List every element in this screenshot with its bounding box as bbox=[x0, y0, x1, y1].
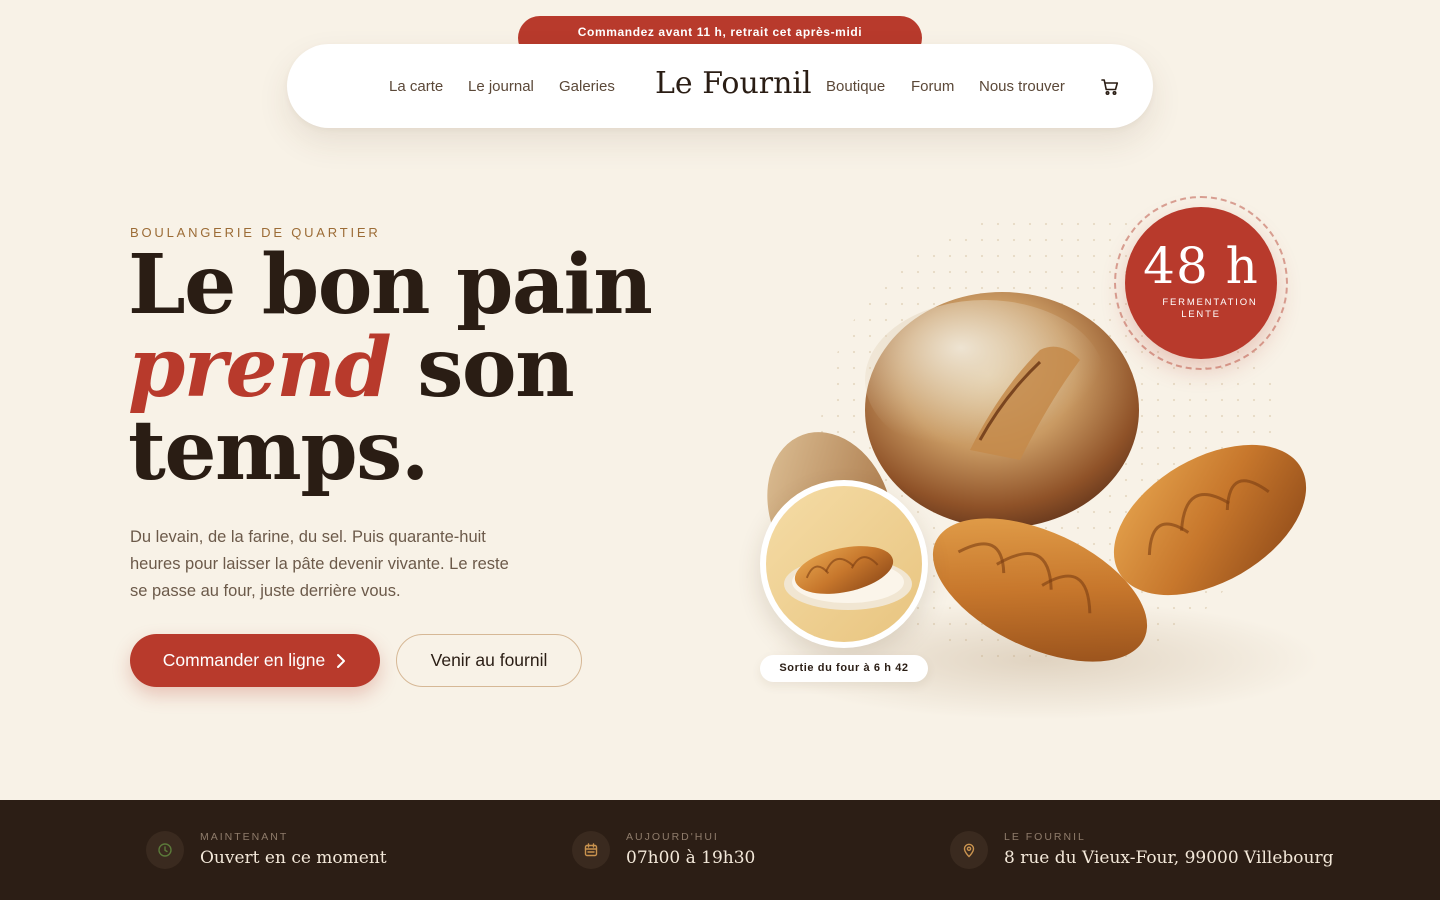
info-label: LE FOURNIL bbox=[1004, 831, 1086, 843]
badge-number: 48 h bbox=[1143, 237, 1259, 295]
nav-link-le-journal[interactable]: Le journal bbox=[468, 78, 534, 95]
headline-line-2: son bbox=[390, 320, 574, 416]
brand-logo[interactable]: Le Fournil bbox=[655, 66, 812, 101]
nav-link-nous-trouver[interactable]: Nous trouver bbox=[979, 78, 1065, 95]
visit-bakery-label: Venir au fournil bbox=[430, 650, 548, 670]
visit-bakery-button[interactable]: Venir au fournil bbox=[396, 634, 582, 687]
nav-link-la-carte[interactable]: La carte bbox=[389, 78, 443, 95]
croissant-plate-image bbox=[766, 486, 922, 642]
hero-headline: Le bon pain prend son temps. bbox=[128, 244, 688, 493]
headline-accent: prend bbox=[128, 320, 392, 416]
badge-caption: FERMENTATION LENTE bbox=[1143, 297, 1277, 321]
cart-icon[interactable] bbox=[1100, 77, 1120, 97]
info-value: 8 rue du Vieux-Four, 99000 Villebourg bbox=[1004, 848, 1334, 868]
nav-link-forum[interactable]: Forum bbox=[911, 78, 954, 95]
bake-time-caption: Sortie du four à 6 h 42 bbox=[760, 655, 928, 682]
info-label: MAINTENANT bbox=[200, 831, 289, 843]
info-value: 07h00 à 19h30 bbox=[626, 848, 756, 868]
nav-link-galeries[interactable]: Galeries bbox=[559, 78, 615, 95]
calendar-icon bbox=[572, 831, 610, 869]
info-label: AUJOURD'HUI bbox=[626, 831, 719, 843]
chevron-right-icon bbox=[337, 653, 346, 668]
info-value: Ouvert en ce moment bbox=[200, 848, 387, 868]
info-strip: MAINTENANT Ouvert en ce moment AUJOURD'H… bbox=[0, 800, 1440, 900]
croissant-plate-thumbnail bbox=[760, 480, 928, 648]
hero-lede: Du levain, de la farine, du sel. Puis qu… bbox=[130, 528, 509, 600]
order-online-label: Commander en ligne bbox=[162, 650, 326, 670]
headline-line-1: Le bon pain bbox=[128, 237, 653, 333]
location-pin-icon bbox=[950, 831, 988, 869]
headline-line-3: temps. bbox=[128, 403, 429, 499]
promo-text: Commandez avant 11 h, retrait cet après-… bbox=[577, 25, 863, 39]
nav-link-boutique[interactable]: Boutique bbox=[826, 78, 885, 95]
main-nav: La carte Le journal Galeries Le Fournil … bbox=[287, 44, 1153, 128]
badge-caption-line-2: LENTE bbox=[1181, 309, 1221, 320]
order-online-button[interactable]: Commander en ligne bbox=[130, 634, 380, 687]
clock-icon bbox=[146, 831, 184, 869]
fermentation-badge: 48 h FERMENTATION LENTE bbox=[1125, 207, 1277, 359]
badge-caption-line-1: FERMENTATION bbox=[1162, 297, 1258, 308]
